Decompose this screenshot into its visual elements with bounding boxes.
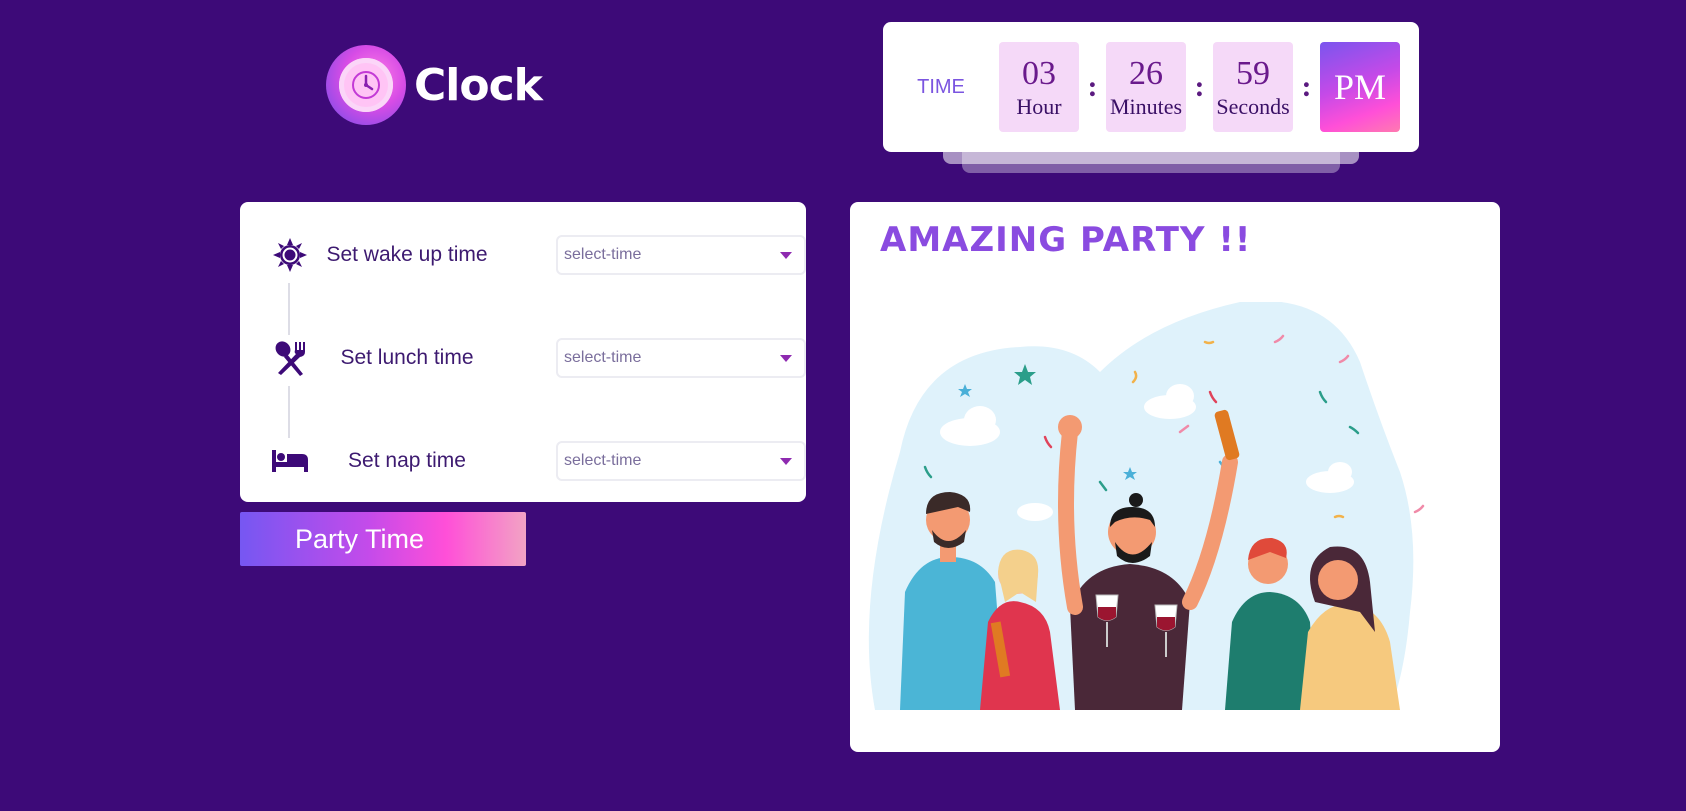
party-illustration bbox=[868, 302, 1425, 710]
schedule-row-lunch: Set lunch time select-time bbox=[272, 338, 806, 378]
party-title: AMAZING PARTY !! bbox=[880, 220, 1252, 260]
party-time-button[interactable]: Party Time bbox=[240, 512, 526, 566]
timeline-connector bbox=[288, 283, 290, 335]
hour-box: 03 Hour bbox=[999, 42, 1079, 132]
app-logo: Clock bbox=[326, 45, 543, 125]
clock-logo-icon bbox=[326, 45, 406, 125]
lunch-time-select[interactable]: select-time bbox=[556, 338, 806, 378]
minutes-unit: Minutes bbox=[1109, 94, 1183, 119]
chevron-down-icon bbox=[780, 354, 792, 362]
wake-up-time-select[interactable]: select-time bbox=[556, 235, 806, 275]
ampm-indicator: PM bbox=[1320, 42, 1400, 132]
app-title: Clock bbox=[414, 59, 543, 111]
bed-icon bbox=[272, 443, 308, 479]
nap-time-select[interactable]: select-time bbox=[556, 441, 806, 481]
time-display: TIME 03 Hour : 26 Minutes : 59 Seconds :… bbox=[883, 22, 1419, 152]
seconds-box: 59 Seconds bbox=[1213, 42, 1293, 132]
time-separator: : bbox=[1087, 70, 1098, 103]
select-value: select-time bbox=[564, 349, 642, 366]
minutes-box: 26 Minutes bbox=[1106, 42, 1186, 132]
nap-label: Set nap time bbox=[348, 449, 466, 472]
select-value: select-time bbox=[564, 452, 642, 469]
select-value: select-time bbox=[564, 246, 642, 263]
chevron-down-icon bbox=[780, 251, 792, 259]
hour-value: 03 bbox=[1022, 55, 1056, 92]
party-card: AMAZING PARTY !! bbox=[850, 202, 1500, 752]
time-separator: : bbox=[1301, 70, 1312, 103]
time-separator: : bbox=[1194, 70, 1205, 103]
utensils-icon bbox=[272, 340, 308, 376]
timeline-connector bbox=[288, 386, 290, 438]
time-label: TIME bbox=[917, 75, 965, 98]
seconds-value: 59 bbox=[1236, 55, 1270, 92]
schedule-row-wake: Set wake up time select-time bbox=[272, 235, 806, 275]
hour-unit: Hour bbox=[1016, 94, 1062, 119]
seconds-unit: Seconds bbox=[1216, 94, 1290, 119]
wake-up-label: Set wake up time bbox=[326, 243, 488, 266]
sun-icon bbox=[272, 237, 308, 273]
schedule-row-nap: Set nap time select-time bbox=[272, 441, 806, 481]
minutes-value: 26 bbox=[1129, 55, 1163, 92]
lunch-label: Set lunch time bbox=[340, 346, 474, 369]
chevron-down-icon bbox=[780, 457, 792, 465]
